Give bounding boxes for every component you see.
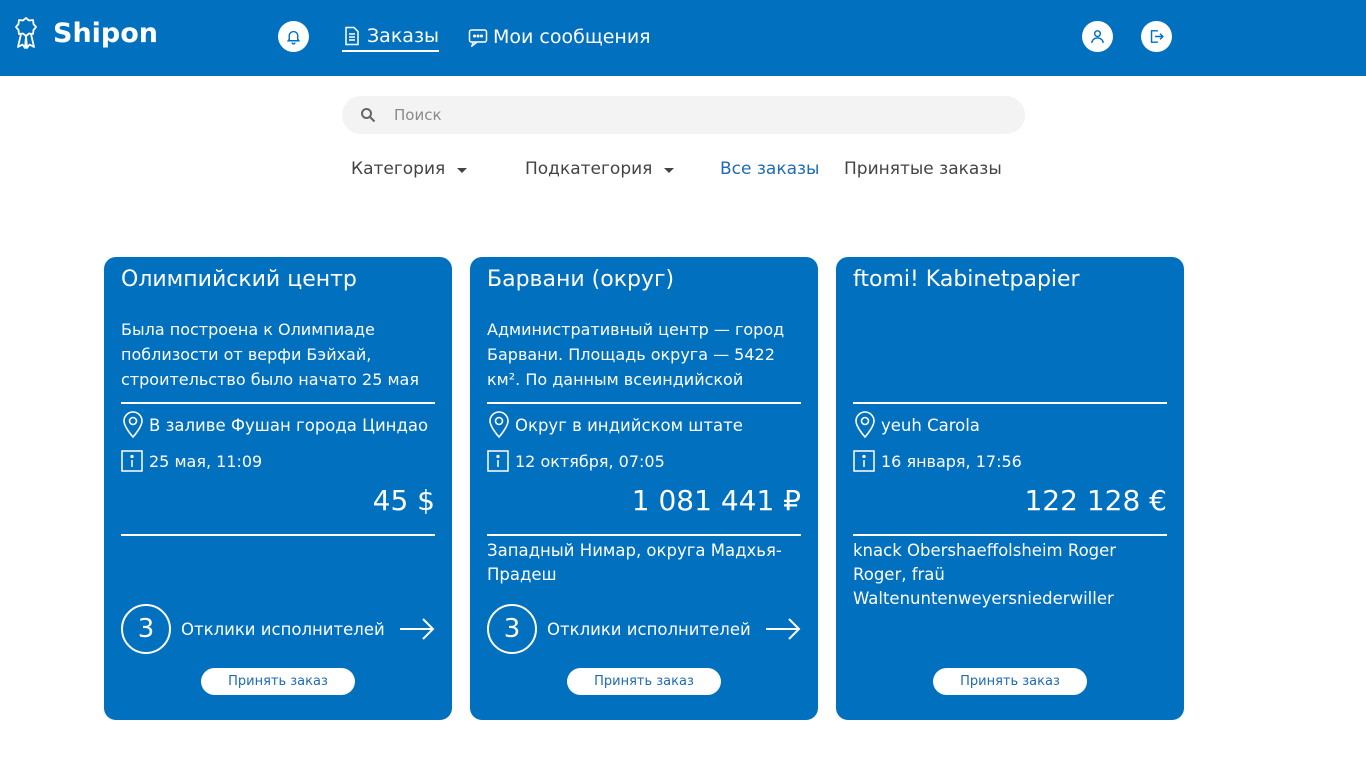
chevron-down-icon bbox=[664, 167, 675, 173]
notifications-button[interactable] bbox=[278, 21, 309, 52]
info-icon bbox=[487, 450, 509, 472]
order-price: 122 128 € bbox=[1024, 484, 1167, 517]
logout-icon bbox=[1150, 30, 1164, 43]
responses-link[interactable]: 3 Отклики исполнителей bbox=[121, 604, 435, 654]
divider bbox=[853, 534, 1167, 536]
app-name: Shipon bbox=[53, 17, 159, 49]
order-location-text: В заливе Фушан города Циндао bbox=[149, 415, 429, 435]
order-card[interactable]: Олимпийский центр Была построена к Олимп… bbox=[104, 257, 452, 720]
logout-button[interactable] bbox=[1141, 21, 1172, 52]
arrow-right-icon bbox=[766, 618, 801, 640]
search-icon bbox=[361, 108, 376, 123]
tab-all-orders-label: Все заказы bbox=[720, 159, 820, 179]
order-location-text: yeuh Carola bbox=[881, 415, 980, 435]
order-date-text: 25 мая, 11:09 bbox=[149, 451, 263, 471]
responses-label: Отклики исполнителей bbox=[181, 619, 385, 639]
app-logo[interactable]: Shipon bbox=[14, 16, 158, 50]
profile-button[interactable] bbox=[1082, 21, 1113, 52]
order-date-text: 16 января, 17:56 bbox=[881, 451, 1022, 471]
order-card[interactable]: Барвани (округ) Административный центр —… bbox=[470, 257, 818, 720]
divider bbox=[487, 534, 801, 536]
nav-messages-label: Мои сообщения bbox=[493, 26, 651, 48]
order-price: 45 $ bbox=[372, 484, 435, 517]
order-date: 25 мая, 11:09 bbox=[121, 450, 262, 472]
subcategory-label: Подкатегория bbox=[525, 159, 653, 179]
order-title: ftomi! Kabinetpapier bbox=[853, 267, 1080, 292]
category-label: Категория bbox=[351, 159, 446, 179]
accept-order-button[interactable]: Принять заказ bbox=[567, 668, 721, 695]
responses-label: Отклики исполнителей bbox=[547, 619, 751, 639]
category-dropdown[interactable]: Категория bbox=[351, 157, 468, 181]
divider bbox=[121, 534, 435, 536]
location-pin-icon bbox=[123, 411, 143, 439]
order-location: Округ в индийском штате bbox=[487, 411, 743, 439]
search-input[interactable] bbox=[394, 106, 994, 124]
user-icon bbox=[1091, 30, 1104, 44]
order-date: 12 октября, 07:05 bbox=[487, 450, 665, 472]
order-address: knack Obershaeffolsheim Roger Roger, fra… bbox=[853, 541, 1117, 608]
divider bbox=[853, 402, 1167, 404]
arrow-right-icon bbox=[400, 618, 435, 640]
order-date: 16 января, 17:56 bbox=[853, 450, 1022, 472]
order-title: Олимпийский центр bbox=[121, 267, 357, 292]
order-location: yeuh Carola bbox=[853, 411, 980, 439]
location-pin-icon bbox=[489, 411, 509, 439]
accept-order-button[interactable]: Принять заказ bbox=[933, 668, 1087, 695]
info-icon bbox=[121, 450, 143, 472]
responses-count: 3 bbox=[487, 604, 537, 654]
top-header: Shipon Заказы Мои сообщения bbox=[0, 0, 1366, 76]
order-date-text: 12 октября, 07:05 bbox=[515, 451, 665, 471]
order-address: Западный Нимар, округа Мадхья-Прадеш bbox=[487, 541, 782, 584]
tab-all-orders[interactable]: Все заказы bbox=[720, 157, 819, 181]
responses-link[interactable]: 3 Отклики исполнителей bbox=[487, 604, 801, 654]
document-icon bbox=[345, 26, 359, 46]
search-bar bbox=[342, 96, 1025, 134]
order-location-text: Округ в индийском штате bbox=[515, 415, 743, 435]
divider bbox=[487, 402, 801, 404]
info-icon bbox=[853, 450, 875, 472]
order-description: Административный центр — город Барвани. … bbox=[487, 320, 785, 389]
location-pin-icon bbox=[855, 411, 875, 439]
order-description: Была построена к Олимпиаде поблизости от… bbox=[121, 320, 419, 389]
order-price: 1 081 441 ₽ bbox=[631, 484, 801, 517]
bell-icon bbox=[286, 30, 301, 45]
accept-order-button[interactable]: Принять заказ bbox=[201, 668, 355, 695]
order-card[interactable]: ftomi! Kabinetpapier yeuh Carola 16 янва… bbox=[836, 257, 1184, 720]
nav-messages[interactable]: Мои сообщения bbox=[468, 22, 651, 52]
order-location: В заливе Фушан города Циндао bbox=[121, 411, 428, 439]
order-title: Барвани (округ) bbox=[487, 267, 675, 292]
rosette-icon bbox=[15, 17, 37, 49]
tab-accepted-orders-label: Принятые заказы bbox=[844, 159, 1002, 179]
nav-orders[interactable]: Заказы bbox=[342, 22, 440, 52]
tab-accepted-orders[interactable]: Принятые заказы bbox=[844, 157, 1002, 181]
subcategory-dropdown[interactable]: Подкатегория bbox=[525, 157, 675, 181]
order-description bbox=[853, 317, 1171, 392]
chat-icon bbox=[468, 29, 488, 47]
divider bbox=[121, 402, 435, 404]
chevron-down-icon bbox=[457, 167, 468, 173]
responses-count: 3 bbox=[121, 604, 171, 654]
nav-orders-label: Заказы bbox=[367, 25, 440, 47]
